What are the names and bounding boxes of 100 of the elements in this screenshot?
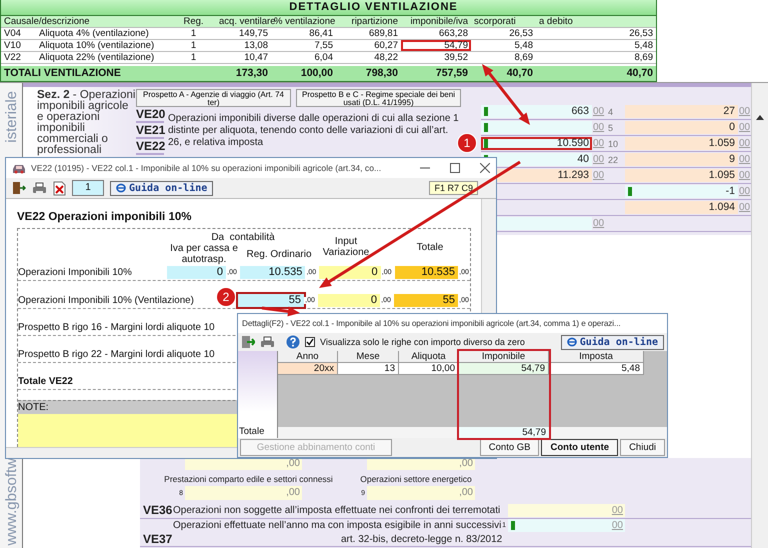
row-code: VE36 — [143, 503, 173, 517]
column-header: Mese — [338, 351, 399, 363]
table-cell-text: 26,53 — [508, 28, 534, 39]
table-cell-text: 1 — [190, 40, 198, 51]
column-header: imponibile/iva — [409, 16, 469, 27]
rate-label: 10 — [607, 138, 620, 148]
table-cell-text: 689,81 — [368, 28, 399, 39]
column-header: ripartizione — [350, 16, 399, 27]
row-code: VE22 — [136, 139, 164, 155]
section-heading: VE22 Operazioni imponibili 10% — [17, 211, 192, 223]
decimal-digits: 00 — [738, 106, 751, 117]
column-header: scorporati — [473, 16, 517, 27]
field-label: Prestazioni comparto edile e settori connessi — [163, 474, 334, 484]
column-header: Reg. Ordinario — [245, 248, 313, 260]
decimal-digits: 00 — [738, 122, 751, 133]
decimal-digits: 00 — [738, 186, 751, 197]
column-header: Aliquota — [399, 351, 459, 363]
table-cell: 10,00 — [399, 363, 459, 375]
table-cell-text: 8,69 — [634, 52, 654, 63]
checkbox-label: Visualizza solo le righe con importo diverso da zero — [320, 337, 525, 347]
rate-label: 4 — [607, 106, 614, 116]
table-cell-text: 10,47 — [243, 52, 269, 63]
decimal-digits: 00 — [592, 138, 605, 149]
decimal-digits: 00 — [592, 154, 605, 165]
table-cell-text: V22 — [3, 52, 22, 63]
cell-reference: F1 R7 C9 — [429, 181, 478, 195]
rate-label: 22 — [607, 154, 620, 164]
table-cell-text: 1 — [190, 28, 198, 39]
table-title: DETTAGLIO VENTILAZIONE — [1, 0, 656, 16]
decimal-digits: 00 — [592, 106, 605, 117]
side-label: www.gbsoftw — [2, 458, 20, 546]
table-cell-text: 48,22 — [373, 52, 399, 63]
column-header: Iva per cassa e autotrasp. — [169, 243, 239, 265]
column-header: Causale/descrizione — [3, 16, 91, 27]
table-cell: 54,79 — [401, 40, 471, 51]
row-code: VE37 — [143, 532, 173, 546]
step-badge: 1 — [458, 134, 476, 152]
row-code: VE20 — [136, 107, 164, 123]
table-cell-text: 86,41 — [308, 28, 334, 39]
decimal-digits: 00 — [738, 154, 751, 165]
column-header: Input Variazione — [322, 236, 370, 258]
column-header: Imposta — [549, 351, 644, 363]
column-header: a debito — [538, 16, 574, 27]
table-cell-text: Aliquota 10% (ventilazione) — [38, 40, 156, 51]
decimal-digits: 00 — [738, 202, 751, 213]
table-cell-text: 40,70 — [626, 66, 654, 81]
table-cell-text: TOTALI VENTILAZIONE — [3, 66, 122, 81]
decimal-digits: 00 — [612, 504, 623, 516]
column-header: Imponibile — [459, 351, 549, 363]
table-cell-text: 6,04 — [314, 52, 334, 63]
table-cell-text: 5,48 — [514, 40, 534, 51]
table-cell-text: 39,52 — [443, 52, 469, 63]
legal-note: art. 32-bis, decreto-legge n. 83/2012 — [340, 534, 504, 544]
table-cell: 13 — [338, 363, 399, 375]
table-cell-text: 173,30 — [234, 66, 269, 81]
column-group-header: Da contabilità — [210, 231, 276, 243]
column-header: Anno — [278, 351, 338, 363]
row-code: VE21 — [136, 123, 164, 139]
row-label: Prospetto B rigo 16 - Margini lordi aliquote 10 — [18, 322, 215, 333]
table-cell-text: 26,53 — [628, 28, 654, 39]
decimal-digits: 00 — [612, 520, 623, 531]
section-title: Sez. 2 - Operazioni imponibili agricole e operazioni imponibili commerciali o professionali — [36, 88, 136, 156]
total-label: Totale — [238, 426, 266, 438]
table-cell: 20xx — [278, 363, 338, 375]
table-cell: 5,48 — [549, 363, 644, 375]
table-cell-text: 40,70 — [506, 66, 534, 81]
row-label: Prospetto B rigo 22 - Margini lordi aliquote 10 — [18, 349, 215, 360]
window-title: Dettagli(F2) - VE22 col.1 - Imponibile al 10% su operazioni imponibili agricole (art.34, comma 1) e operazi... — [242, 319, 621, 328]
decimal-digits: 00 — [592, 170, 605, 181]
column-header: Totale — [416, 242, 444, 252]
table-cell-text: 60,27 — [373, 40, 399, 51]
table-cell-text: 13,08 — [243, 40, 269, 51]
decimal-digits: 00 — [738, 138, 751, 149]
row-description: Operazioni non soggette all’imposta effettuate nei confronti dei terremotati — [173, 504, 498, 516]
step-badge: 2 — [217, 288, 235, 306]
column-header: Reg. — [182, 16, 205, 27]
table-cell-text: 757,59 — [434, 66, 469, 81]
table-cell-text: V04 — [3, 28, 22, 39]
rate-label: 5 — [607, 122, 614, 132]
field-label: Operazioni settore energetico — [359, 474, 473, 484]
decimal-digits: 00 — [592, 218, 605, 229]
table-cell-text: 8,69 — [514, 52, 534, 63]
table-cell: 54,79 — [459, 363, 549, 375]
table-cell-text: 798,30 — [364, 66, 399, 81]
table-cell-text: 663,28 — [438, 28, 469, 39]
table-cell-text: Aliquota 22% (ventilazione) — [38, 52, 156, 63]
row-label: Operazioni Imponibili 10% (Ventilazione) — [18, 295, 194, 306]
table-cell: 54,79 — [459, 427, 549, 438]
window-title: VE22 (10195) - VE22 col.1 - Imponibile al 10% su operazioni imponibili agricole (art.34, co... — [31, 163, 382, 173]
table-cell-text: V10 — [3, 40, 22, 51]
table-cell-text: 7,55 — [314, 40, 334, 51]
row-label: Operazioni Imponibili 10% — [18, 267, 133, 278]
decimal-digits: 00 — [738, 170, 751, 181]
row-description: Operazioni imponibili diverse dalle operazioni di cui alla sezione 1 distinte per aliquota, tenendo conto delle variazioni di cui all’art. 26, e relativa imposta — [168, 113, 460, 150]
side-label: isteriale — [2, 91, 20, 143]
table-cell-text: 1 — [190, 52, 198, 63]
decimal-digits: 00 — [592, 122, 605, 133]
table-cell-text: Aliquota 4% (ventilazione) — [38, 28, 150, 39]
table-cell-text: 100,00 — [300, 66, 334, 81]
table-cell-text: 149,75 — [238, 28, 269, 39]
